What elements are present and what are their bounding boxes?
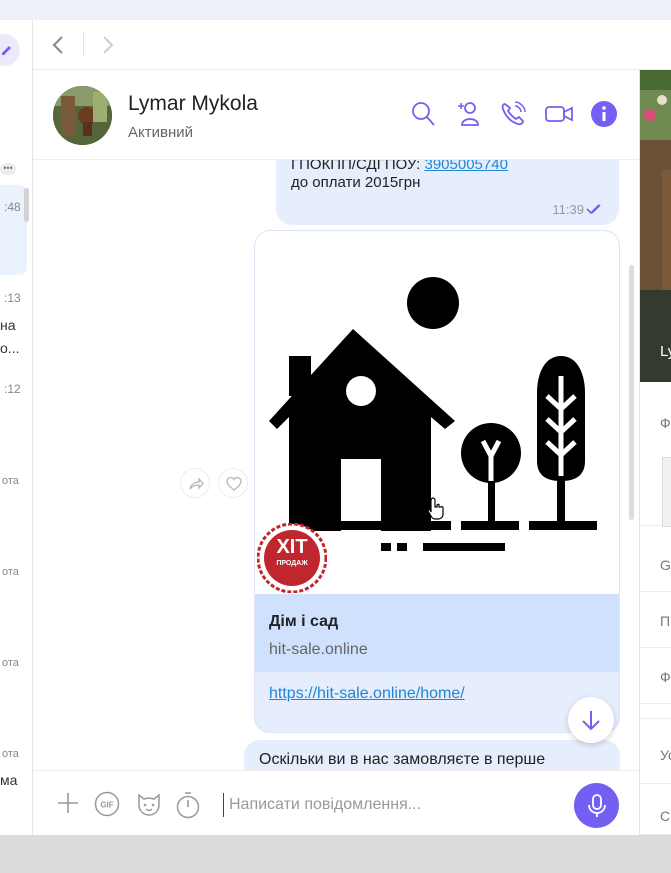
- scroll-to-bottom-button[interactable]: [568, 697, 614, 743]
- info-row[interactable]: Ф: [640, 382, 671, 527]
- contact-name[interactable]: Lymar Mykola: [128, 92, 258, 116]
- message-link[interactable]: 3905005740: [424, 160, 507, 173]
- video-call-icon[interactable]: [544, 100, 574, 128]
- message-composer: GIF: [33, 770, 639, 835]
- chat-time: :13: [4, 291, 21, 305]
- microphone-icon: [588, 794, 606, 817]
- svg-text:GIF: GIF: [100, 801, 113, 810]
- hand-cursor-icon: [427, 497, 444, 520]
- chat-list-scrollbar[interactable]: [24, 188, 29, 222]
- arrow-down-icon: [582, 711, 600, 731]
- chat-day: ота: [2, 475, 19, 487]
- chat-preview: ма: [0, 772, 18, 788]
- photo-caption: Ly: [660, 343, 671, 360]
- contact-status: Активний: [128, 124, 193, 141]
- info-row-label: G: [660, 557, 671, 573]
- gif-icon[interactable]: GIF: [94, 791, 120, 817]
- viber-window: ••• :48 :13 на о... :12 ота ота ота ота …: [0, 0, 671, 835]
- chat-list: ••• :48 :13 на о... :12 ота ота ота ота …: [0, 20, 33, 835]
- compose-button[interactable]: [0, 34, 20, 66]
- chat-preview: о...: [0, 340, 20, 356]
- message-time: 11:39: [552, 202, 584, 217]
- message-bubble[interactable]: Оскільки ви в нас замовляєте в перше: [244, 740, 620, 770]
- forward-icon[interactable]: [101, 34, 115, 56]
- plus-icon[interactable]: [57, 791, 79, 815]
- badge-small-text: ПРОДАЖ: [276, 560, 308, 567]
- search-icon[interactable]: [410, 100, 436, 128]
- message-text: Оскільки ви в нас замовляєте в перше: [259, 751, 546, 768]
- conversation-scrollbar[interactable]: [629, 265, 634, 520]
- preview-domain: hit-sale.online: [269, 641, 368, 658]
- read-check-icon: [586, 204, 601, 215]
- like-button[interactable]: [218, 468, 248, 498]
- preview-title: Дім і сад: [269, 613, 339, 630]
- preview-image[interactable]: ХІТ ПРОДАЖ: [255, 231, 619, 594]
- info-row[interactable]: G: [640, 536, 671, 592]
- info-icon[interactable]: [590, 100, 618, 128]
- info-row[interactable]: Ф: [640, 648, 671, 704]
- info-row-label: Ус: [660, 747, 671, 763]
- desktop-background: [0, 835, 671, 873]
- back-icon[interactable]: [51, 34, 65, 56]
- timer-icon[interactable]: [175, 791, 201, 819]
- media-thumbnail[interactable]: [662, 457, 671, 527]
- add-participant-icon[interactable]: [454, 100, 482, 128]
- chat-header: Lymar Mykola Активний: [33, 70, 639, 160]
- info-row[interactable]: С: [640, 784, 671, 835]
- info-row-label: П: [660, 613, 671, 629]
- badge-big-text: ХІТ: [276, 536, 308, 558]
- voice-message-button[interactable]: [574, 783, 619, 828]
- info-row[interactable]: П: [640, 592, 671, 648]
- chat-time: :12: [4, 382, 21, 396]
- avatar[interactable]: [53, 86, 112, 145]
- navigation-bar: [33, 20, 671, 70]
- preview-url-link[interactable]: https://hit-sale.online/home/: [269, 685, 465, 703]
- chat-preview: на: [0, 317, 16, 333]
- message-text: ГПОКПП/СДГПОУ: 3905005740: [291, 160, 508, 173]
- link-preview-card[interactable]: ХІТ ПРОДАЖ Дім і сад hit-sale.online htt…: [254, 230, 620, 733]
- hit-sale-badge: ХІТ ПРОДАЖ: [257, 523, 327, 593]
- message-bubble[interactable]: ГПОКПП/СДГПОУ: 3905005740 до оплати 2015…: [276, 160, 619, 225]
- forward-button[interactable]: [180, 468, 210, 498]
- info-row-label: Ф: [660, 669, 671, 685]
- chat-day: ота: [2, 566, 19, 578]
- info-row[interactable]: Ус: [640, 718, 671, 784]
- contact-photo[interactable]: Ly: [640, 70, 671, 382]
- info-row-label: С: [660, 808, 671, 824]
- chat-item-selected[interactable]: [0, 185, 27, 275]
- more-icon[interactable]: •••: [0, 163, 16, 175]
- message-text: до оплати 2015грн: [291, 174, 421, 191]
- info-row-label: Ф: [660, 415, 671, 431]
- chat-day: ота: [2, 657, 19, 669]
- call-icon[interactable]: [499, 100, 527, 128]
- preview-meta[interactable]: Дім і сад hit-sale.online: [255, 594, 619, 672]
- contact-info-pane: Ly Ф G П Ф Ус С: [639, 70, 671, 835]
- chat-day: ота: [2, 748, 19, 760]
- chat-time: :48: [4, 200, 21, 214]
- conversation: ГПОКПП/СДГПОУ: 3905005740 до оплати 2015…: [33, 160, 639, 770]
- nav-divider: [83, 33, 84, 55]
- message-input[interactable]: [223, 793, 563, 817]
- sticker-icon[interactable]: [135, 791, 163, 817]
- title-strip: [0, 0, 671, 20]
